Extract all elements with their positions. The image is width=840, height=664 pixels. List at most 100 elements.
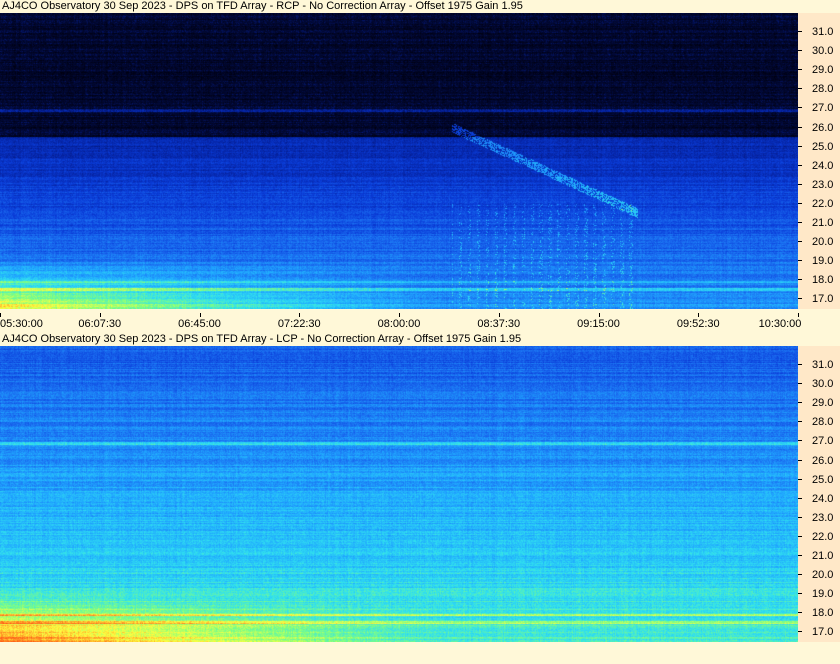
y-tick-lcp: 31.0 <box>798 358 840 372</box>
y-tick-mark <box>798 574 802 576</box>
y-tick-rcp: 23.0 <box>798 178 840 192</box>
y-tick-label: 22.0 <box>812 197 834 210</box>
y-tick-rcp: 28.0 <box>798 82 840 96</box>
y-tick-label: 26.0 <box>812 454 834 467</box>
y-tick-lcp: 17.0 <box>798 625 840 639</box>
y-tick-label: 31.0 <box>812 359 834 372</box>
y-tick-mark <box>798 612 802 614</box>
y-tick-mark <box>798 88 802 90</box>
y-tick-mark <box>798 69 802 71</box>
y-tick-label: 22.0 <box>812 530 834 543</box>
spectrogram-rcp <box>0 13 798 309</box>
y-tick-label: 21.0 <box>812 550 834 563</box>
y-tick-rcp: 29.0 <box>798 63 840 77</box>
y-tick-lcp: 18.0 <box>798 606 840 620</box>
y-tick-label: 19.0 <box>812 588 834 601</box>
y-tick-rcp: 19.0 <box>798 254 840 268</box>
y-tick-lcp: 23.0 <box>798 511 840 525</box>
y-tick-mark <box>798 402 802 404</box>
y-tick-mark <box>798 260 802 262</box>
y-tick-mark <box>798 535 802 537</box>
y-tick-rcp: 17.0 <box>798 292 840 306</box>
y-tick-label: 30.0 <box>812 45 834 58</box>
y-tick-mark <box>798 241 802 243</box>
y-tick-mark <box>798 222 802 224</box>
y-tick-rcp: 31.0 <box>798 25 840 39</box>
y-tick-lcp: 26.0 <box>798 454 840 468</box>
y-tick-lcp: 24.0 <box>798 492 840 506</box>
x-tick-mark <box>199 313 201 317</box>
spectrogram-canvas-rcp <box>0 13 798 309</box>
y-tick-label: 18.0 <box>812 607 834 620</box>
y-tick-mark <box>798 298 802 300</box>
frequency-axis-rcp: 17.0 18.0 19.0 20.0 21.0 22.0 23.0 24.0 25.0 26.0… <box>798 13 840 309</box>
y-tick-mark <box>798 279 802 281</box>
y-tick-mark <box>798 440 802 442</box>
x-tick-mark <box>99 313 101 317</box>
y-tick-rcp: 30.0 <box>798 44 840 58</box>
y-tick-label: 26.0 <box>812 121 834 134</box>
x-tick-mark <box>399 313 400 317</box>
y-tick-label: 29.0 <box>812 397 834 410</box>
y-tick-lcp: 21.0 <box>798 549 840 563</box>
x-tick-mark <box>0 313 1 317</box>
y-tick-label: 27.0 <box>812 435 834 448</box>
y-tick-label: 28.0 <box>812 416 834 429</box>
y-tick-label: 31.0 <box>812 26 834 39</box>
y-tick-mark <box>798 183 802 185</box>
y-tick-rcp: 26.0 <box>798 121 840 135</box>
y-tick-mark <box>798 421 802 423</box>
time-axis: 05:30:00 06:07:30 06:45:00 07:22:30 08:00:00… <box>0 313 840 333</box>
y-tick-mark <box>798 383 802 385</box>
y-tick-rcp: 21.0 <box>798 216 840 230</box>
y-tick-lcp: 25.0 <box>798 473 840 487</box>
y-tick-mark <box>798 126 802 128</box>
x-tick-mark <box>498 313 500 317</box>
y-tick-label: 24.0 <box>812 492 834 505</box>
y-tick-label: 19.0 <box>812 255 834 268</box>
y-tick-mark <box>798 516 802 518</box>
y-tick-rcp: 20.0 <box>798 235 840 249</box>
y-tick-mark <box>798 497 802 499</box>
y-tick-rcp: 18.0 <box>798 273 840 287</box>
y-tick-mark <box>798 50 802 52</box>
y-tick-mark <box>798 478 802 480</box>
y-tick-lcp: 29.0 <box>798 396 840 410</box>
y-tick-label: 25.0 <box>812 140 834 153</box>
y-tick-rcp: 25.0 <box>798 140 840 154</box>
x-tick-mark <box>798 313 799 317</box>
y-tick-mark <box>798 164 802 166</box>
y-tick-label: 18.0 <box>812 274 834 287</box>
y-tick-rcp: 27.0 <box>798 101 840 115</box>
y-tick-label: 24.0 <box>812 159 834 172</box>
x-tick-mark <box>598 313 600 317</box>
x-tick-mark <box>299 313 301 317</box>
y-tick-label: 17.0 <box>812 626 834 639</box>
y-tick-lcp: 28.0 <box>798 415 840 429</box>
y-tick-rcp: 22.0 <box>798 197 840 211</box>
y-tick-label: 17.0 <box>812 293 834 306</box>
spectrogram-title-lcp: AJ4CO Observatory 30 Sep 2023 - DPS on T… <box>2 333 522 345</box>
y-tick-mark <box>798 555 802 557</box>
y-tick-label: 23.0 <box>812 178 834 191</box>
x-tick-label: 10:30:00 <box>758 318 802 330</box>
y-tick-lcp: 30.0 <box>798 377 840 391</box>
y-tick-mark <box>798 593 802 595</box>
spectrogram-lcp <box>0 346 798 642</box>
y-tick-mark <box>798 631 802 633</box>
y-tick-label: 29.0 <box>812 64 834 77</box>
y-tick-label: 23.0 <box>812 511 834 524</box>
y-tick-mark <box>798 31 802 33</box>
y-tick-rcp: 24.0 <box>798 159 840 173</box>
y-tick-lcp: 20.0 <box>798 568 840 582</box>
y-tick-lcp: 27.0 <box>798 434 840 448</box>
y-tick-mark <box>798 364 802 366</box>
y-tick-mark <box>798 145 802 147</box>
spectrogram-title-rcp: AJ4CO Observatory 30 Sep 2023 - DPS on T… <box>2 0 523 12</box>
y-tick-label: 21.0 <box>812 217 834 230</box>
y-tick-label: 30.0 <box>812 378 834 391</box>
y-tick-label: 20.0 <box>812 236 834 249</box>
y-tick-label: 20.0 <box>812 569 834 582</box>
y-tick-label: 25.0 <box>812 473 834 486</box>
y-tick-label: 28.0 <box>812 83 834 96</box>
